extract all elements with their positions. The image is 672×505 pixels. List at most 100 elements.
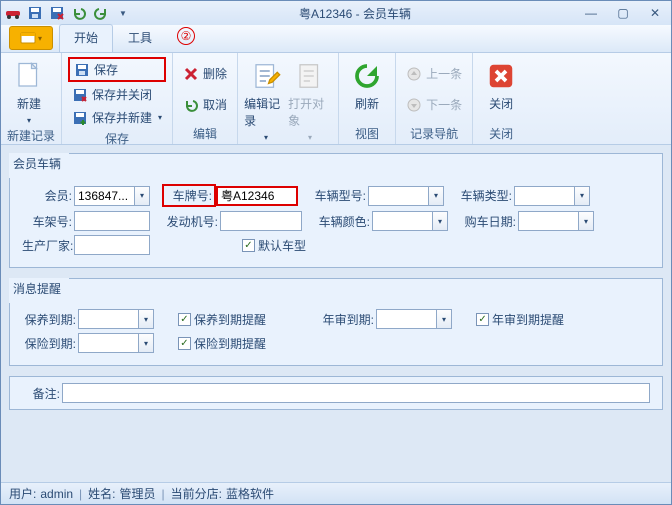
new-button[interactable]: 新建 ▾ [7, 55, 51, 125]
audit-label: 年审到期: [320, 311, 376, 328]
edit-record-icon [251, 61, 281, 91]
color-input[interactable] [372, 211, 432, 231]
engine-input[interactable] [220, 211, 302, 231]
save-icon [74, 62, 90, 78]
save-new-button[interactable]: 保存并新建▾ [68, 107, 166, 128]
default-model-checkbox[interactable]: ✓默认车型 [242, 237, 306, 254]
save-close-icon [72, 87, 88, 103]
prev-record-button[interactable]: 上一条 [402, 63, 466, 84]
member-label: 会员: [22, 187, 74, 204]
panel-remark: 备注: [9, 376, 663, 410]
chevron-down-icon[interactable]: ▾ [432, 211, 448, 231]
maint-label: 保养到期: [22, 311, 78, 328]
status-user-key: 用户: [9, 485, 36, 502]
down-arrow-icon [406, 97, 422, 113]
maint-checkbox[interactable]: ✓保养到期提醒 [178, 311, 266, 328]
qa-save-icon[interactable] [27, 5, 43, 21]
open-object-icon [295, 61, 325, 91]
refresh-button[interactable]: 刷新 [345, 55, 389, 123]
qa-undo-icon[interactable] [71, 5, 87, 21]
status-name-key: 姓名: [88, 485, 115, 502]
model-combo[interactable]: ▾ [368, 186, 444, 206]
delete-icon [183, 66, 199, 82]
insure-combo[interactable]: ▾ [78, 333, 154, 353]
maximize-button[interactable]: ▢ [611, 6, 635, 20]
titlebar: ▼ 粤A12346 - 会员车辆 — ▢ ✕ [1, 1, 671, 25]
panel-vehicle-title: 会员车辆 [9, 153, 69, 178]
close-button[interactable]: ✕ [643, 6, 667, 20]
model-label: 车辆型号: [310, 187, 368, 204]
chevron-down-icon[interactable]: ▾ [428, 186, 444, 206]
app-menu-button[interactable]: ▾ [9, 26, 53, 50]
chevron-down-icon[interactable]: ▾ [138, 309, 154, 329]
statusbar: 用户: admin | 姓名: 管理员 | 当前分店: 蓝格软件 [1, 482, 671, 504]
group-label-view: 视图 [345, 123, 389, 144]
color-combo[interactable]: ▾ [372, 211, 448, 231]
engine-label: 发动机号: [162, 213, 220, 230]
qa-saveclose-icon[interactable] [49, 5, 65, 21]
status-branch-key: 当前分店: [171, 485, 222, 502]
panel-reminder: 消息提醒 保养到期: ▾ ✓保养到期提醒 年审到期: ▾ ✓年审到期提醒 保险到… [9, 278, 663, 366]
group-label-edit: 编辑 [179, 123, 231, 144]
maker-input[interactable] [74, 235, 150, 255]
remark-input[interactable] [62, 383, 650, 403]
qa-dropdown-icon[interactable]: ▼ [115, 5, 131, 21]
cancel-button[interactable]: 取消 [179, 94, 231, 115]
group-label-close: 关闭 [479, 123, 523, 144]
group-label-new: 新建记录 [7, 125, 55, 146]
close-record-button[interactable]: 关闭 [479, 55, 523, 123]
qa-redo-icon[interactable] [93, 5, 109, 21]
audit-checkbox[interactable]: ✓年审到期提醒 [476, 311, 564, 328]
up-arrow-icon [406, 66, 422, 82]
open-object-button[interactable]: 打开对象 ▾ [288, 55, 332, 142]
plate-input[interactable] [216, 186, 298, 206]
type-input[interactable] [514, 186, 574, 206]
insure-checkbox[interactable]: ✓保险到期提醒 [178, 335, 266, 352]
color-label: 车辆颜色: [314, 213, 372, 230]
member-combo[interactable]: ▾ [74, 186, 150, 206]
new-icon [14, 61, 44, 91]
save-close-button[interactable]: 保存并关闭 [68, 84, 166, 105]
buydate-label: 购车日期: [460, 213, 518, 230]
buydate-combo[interactable]: ▾ [518, 211, 594, 231]
status-name-val: 管理员 [120, 485, 156, 502]
save-new-icon [72, 110, 88, 126]
refresh-icon [352, 61, 382, 91]
tab-start[interactable]: 开始 [59, 24, 113, 52]
save-button[interactable]: 保存 [68, 57, 166, 82]
maint-combo[interactable]: ▾ [78, 309, 154, 329]
window-title: 粤A12346 - 会员车辆 [131, 5, 579, 22]
member-input[interactable] [74, 186, 134, 206]
insure-input[interactable] [78, 333, 138, 353]
status-branch-val: 蓝格软件 [226, 485, 274, 502]
vin-input[interactable] [74, 211, 150, 231]
maker-label: 生产厂家: [22, 237, 74, 254]
type-label: 车辆类型: [456, 187, 514, 204]
app-icon [5, 5, 21, 21]
remark-label: 备注: [22, 383, 62, 402]
minimize-button[interactable]: — [579, 6, 603, 20]
maint-input[interactable] [78, 309, 138, 329]
ribbon: 新建 ▾ 新建记录 保存 保存并关闭 [1, 53, 671, 145]
undo-icon [183, 97, 199, 113]
buydate-input[interactable] [518, 211, 578, 231]
chevron-down-icon[interactable]: ▾ [436, 309, 452, 329]
chevron-down-icon[interactable]: ▾ [574, 186, 590, 206]
chevron-down-icon[interactable]: ▾ [578, 211, 594, 231]
edit-record-button[interactable]: 编辑记录 ▾ [244, 55, 288, 142]
close-icon [486, 61, 516, 91]
insure-label: 保险到期: [22, 335, 78, 352]
menubar: ▾ 开始 工具 ② [1, 25, 671, 53]
model-input[interactable] [368, 186, 428, 206]
plate-label: 车牌号: [162, 184, 216, 207]
audit-input[interactable] [376, 309, 436, 329]
panel-reminder-title: 消息提醒 [9, 278, 69, 303]
chevron-down-icon[interactable]: ▾ [138, 333, 154, 353]
delete-button[interactable]: 删除 [179, 63, 231, 84]
chevron-down-icon[interactable]: ▾ [134, 186, 150, 206]
next-record-button[interactable]: 下一条 [402, 94, 466, 115]
type-combo[interactable]: ▾ [514, 186, 590, 206]
group-label-nav: 记录导航 [402, 123, 466, 144]
tab-tools[interactable]: 工具 [113, 24, 167, 52]
audit-combo[interactable]: ▾ [376, 309, 452, 329]
